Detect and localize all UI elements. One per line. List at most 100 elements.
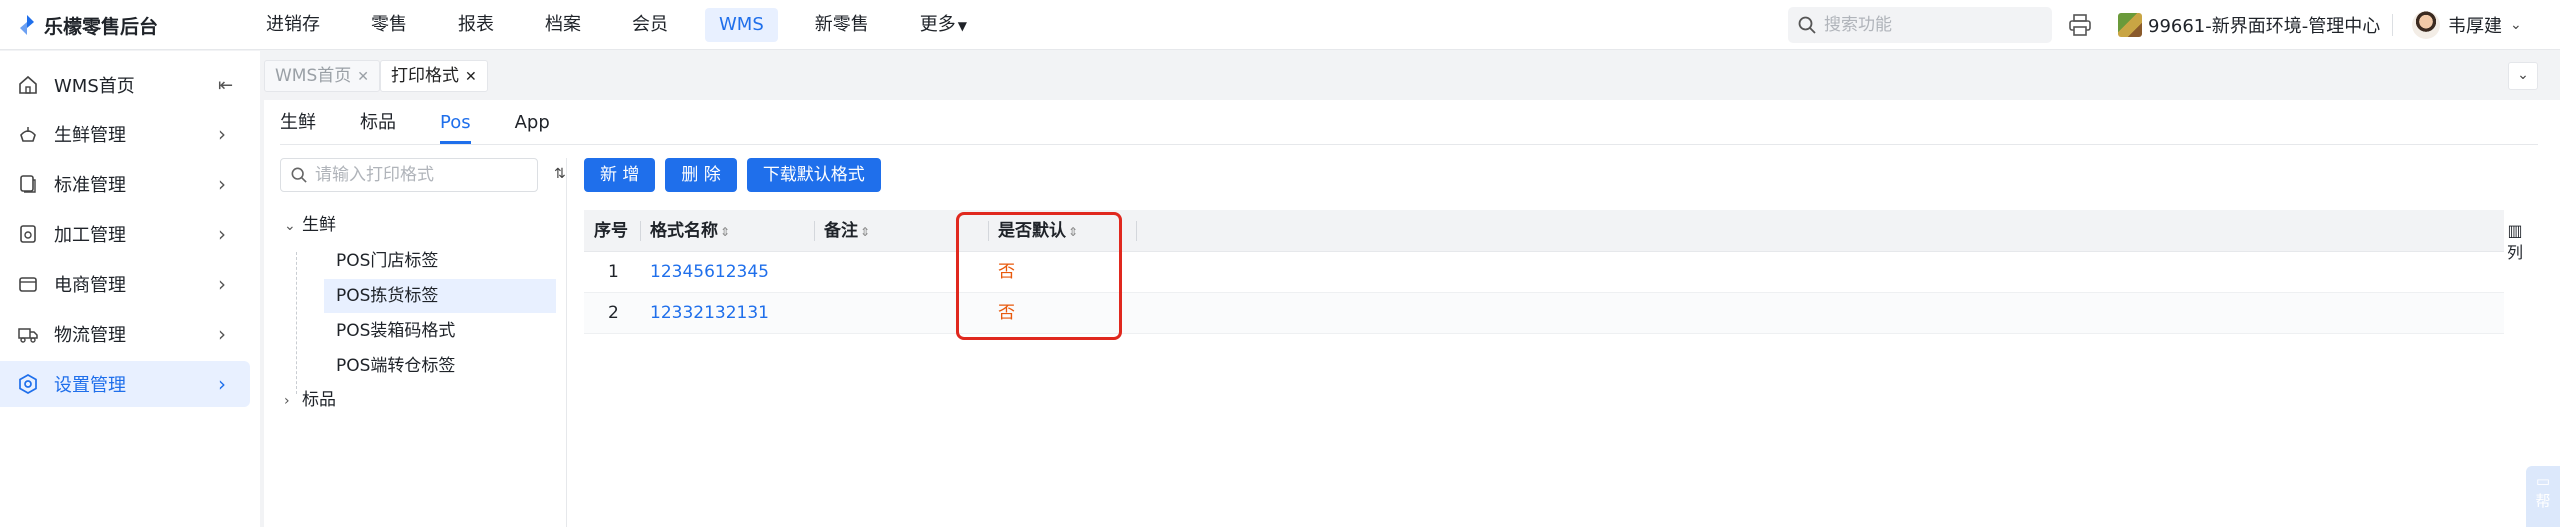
logo-icon: [20, 15, 34, 35]
chevron-right-icon: ›: [218, 322, 226, 346]
tree-node-standard[interactable]: › 标品: [284, 385, 336, 415]
sidebar-item-settings[interactable]: 设置管理 ›: [0, 361, 250, 407]
user-menu[interactable]: 韦厚建 ⌄: [2412, 8, 2522, 42]
sidebar-item-wms-home[interactable]: WMS首页 ⇤: [0, 62, 250, 108]
top-bar: 乐檬零售后台 进销存 零售 报表 档案 会员 WMS 新零售 更多▼ 99661…: [0, 0, 2560, 50]
process-icon: [20, 225, 36, 243]
truck-icon: [18, 328, 38, 343]
sidebar-item-label: WMS首页: [54, 76, 135, 97]
column-setting-button[interactable]: ▥ 列: [2504, 220, 2526, 264]
tree-guide-line: [296, 252, 316, 394]
nav-item-member[interactable]: 会员: [618, 8, 682, 42]
app-logo[interactable]: 乐檬零售后台: [18, 12, 158, 38]
add-button[interactable]: 新 增: [584, 158, 656, 192]
cell-index: 2: [608, 303, 619, 323]
printer-icon[interactable]: [2068, 14, 2092, 36]
chevron-right-icon: ›: [218, 272, 226, 296]
standard-icon: [20, 175, 36, 193]
sort-icon[interactable]: ⇕: [720, 225, 730, 239]
column-header-index: 序号: [594, 221, 628, 241]
sidebar-item-process[interactable]: 加工管理 ›: [0, 211, 250, 257]
caret-down-icon: ▼: [957, 19, 967, 33]
sidebar-item-standard[interactable]: 标准管理 ›: [0, 161, 250, 207]
chevron-right-icon: ›: [218, 222, 226, 246]
sidebar-item-fresh[interactable]: 生鲜管理 ›: [0, 111, 250, 157]
main-panel: 生鲜 标品 Pos App ⇅ ⌄生鲜 POS门店标签 POS拣货标签 POS装…: [264, 100, 2560, 527]
ecommerce-icon: [19, 277, 37, 292]
tab-label: 打印格式: [391, 66, 459, 86]
tabs-menu-button[interactable]: ⌄: [2508, 62, 2538, 90]
help-float-button[interactable]: ▭ 帮: [2526, 466, 2560, 527]
subtab-standard[interactable]: 标品: [360, 110, 396, 144]
column-divider: [640, 221, 641, 241]
close-icon[interactable]: ✕: [465, 69, 477, 85]
settings-icon: [19, 374, 37, 394]
subtab-app[interactable]: App: [515, 110, 550, 144]
user-name: 韦厚建: [2448, 16, 2502, 37]
cell-index: 1: [608, 262, 619, 282]
collapse-sidebar-icon[interactable]: ⇤: [218, 75, 233, 96]
chevron-right-icon: ›: [218, 372, 226, 396]
close-icon[interactable]: ✕: [357, 69, 369, 85]
chevron-right-icon[interactable]: ›: [284, 386, 302, 416]
page-tabs: WMS首页 ✕ 打印格式 ✕: [264, 58, 2544, 94]
nav-more-label: 更多: [919, 14, 956, 35]
nav-item-wms[interactable]: WMS: [705, 8, 778, 42]
divider: [2392, 14, 2393, 36]
nav-item-retail[interactable]: 零售: [357, 8, 421, 42]
filter-icon[interactable]: ⇅: [554, 166, 566, 182]
format-type-tabs: 生鲜 标品 Pos App: [280, 110, 594, 144]
tree-node-label: 标品: [302, 390, 336, 410]
app-title: 乐檬零售后台: [44, 15, 159, 38]
tree-search-input[interactable]: [315, 165, 525, 185]
nav-item-archive[interactable]: 档案: [531, 8, 595, 42]
toolbar: 新 增 删 除 下载默认格式: [584, 158, 881, 194]
subtab-pos[interactable]: Pos: [440, 110, 471, 144]
global-search[interactable]: [1788, 7, 2052, 43]
chevron-down-icon[interactable]: ⌄: [284, 211, 302, 241]
columns-icon: ▥: [2507, 221, 2523, 240]
top-nav: 进销存 零售 报表 档案 会员 WMS 新零售 更多 ▼: [252, 0, 1004, 50]
table-row[interactable]: 2 12332132131 否: [584, 293, 2504, 334]
nav-item-inventory[interactable]: 进销存: [252, 8, 334, 42]
delete-button[interactable]: 删 除: [665, 158, 737, 192]
column-header-remark[interactable]: 备注 ⇕: [824, 210, 870, 252]
sidebar-item-logistics[interactable]: 物流管理 ›: [0, 311, 250, 357]
column-header-name[interactable]: 格式名称 ⇕: [650, 210, 730, 252]
sidebar-item-ecommerce[interactable]: 电商管理 ›: [0, 261, 250, 307]
chevron-down-icon: ⌄: [2517, 67, 2529, 83]
search-icon: [1798, 16, 1816, 34]
tree-search[interactable]: [280, 158, 538, 192]
sidebar-item-label: 设置管理: [54, 375, 126, 396]
nav-item-more[interactable]: 更多 ▼: [906, 8, 981, 42]
cell-format-name-link[interactable]: 12345612345: [650, 252, 769, 292]
column-header-label: 备注: [824, 221, 858, 241]
subtab-fresh[interactable]: 生鲜: [280, 110, 316, 144]
store-switcher[interactable]: 99661-新界面环境-管理中心: [2118, 10, 2380, 40]
tree-leaf-pos-picking-label[interactable]: POS拣货标签: [324, 279, 556, 313]
tab-wms-home[interactable]: WMS首页 ✕: [264, 60, 381, 92]
table-header: 序号 格式名称 ⇕ 备注 ⇕ 是否默认 ⇕: [584, 210, 2504, 252]
store-thumbnail: [2118, 13, 2142, 37]
tree-leaf-pos-transfer-label[interactable]: POS端转仓标签: [324, 349, 556, 383]
sort-icon[interactable]: ⇕: [860, 225, 870, 239]
table-row[interactable]: 1 12345612345 否: [584, 252, 2504, 293]
tab-label: WMS首页: [275, 66, 352, 86]
column-divider: [1136, 221, 1137, 241]
column-setting-label: 列: [2506, 243, 2523, 262]
sidebar-item-label: 生鲜管理: [54, 125, 126, 146]
global-search-input[interactable]: [1824, 15, 2034, 35]
tab-print-format[interactable]: 打印格式 ✕: [380, 60, 488, 92]
sidebar-item-label: 电商管理: [54, 275, 126, 296]
tree-node-fresh[interactable]: ⌄ 生鲜: [284, 210, 336, 240]
tree-node-label: 生鲜: [302, 215, 336, 235]
cell-format-name-link[interactable]: 12332132131: [650, 293, 769, 333]
store-name: 99661-新界面环境-管理中心: [2148, 16, 2381, 37]
tree-leaf-pos-store-label[interactable]: POS门店标签: [324, 244, 556, 278]
chevron-right-icon: ›: [218, 122, 226, 146]
nav-item-new-retail[interactable]: 新零售: [801, 8, 883, 42]
column-divider: [814, 221, 815, 241]
tree-leaf-pos-boxcode-format[interactable]: POS装箱码格式: [324, 314, 556, 348]
download-default-format-button[interactable]: 下载默认格式: [746, 158, 881, 192]
nav-item-reports[interactable]: 报表: [444, 8, 508, 42]
